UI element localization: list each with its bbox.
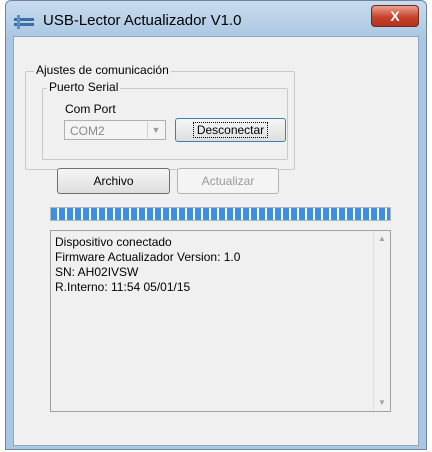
close-button[interactable]: X — [371, 5, 419, 27]
com-port-value: COM2 — [70, 124, 105, 138]
file-button[interactable]: Archivo — [57, 168, 170, 194]
disconnect-label: Desconectar — [192, 122, 269, 138]
log-scrollbar[interactable]: ▲ ▼ — [373, 231, 390, 411]
log-line: R.Interno: 11:54 05/01/15 — [55, 280, 191, 294]
disconnect-button[interactable]: Desconectar — [175, 118, 286, 142]
progress-fill — [51, 208, 390, 220]
log-line: Firmware Actualizador Version: 1.0 — [55, 250, 241, 264]
scroll-down-icon[interactable]: ▼ — [374, 395, 390, 411]
log-line: SN: AH02IVSW — [55, 265, 139, 279]
app-icon — [14, 15, 34, 29]
com-port-select[interactable]: COM2 ▼ — [64, 120, 166, 140]
com-port-label: Com Port — [65, 102, 116, 116]
title-bar[interactable]: USB-Lector Actualizador V1.0 X — [5, 0, 427, 36]
comm-settings-label: Ajustes de comunicación — [34, 63, 171, 77]
log-textbox[interactable]: Dispositivo conectado Firmware Actualiza… — [50, 230, 391, 412]
serial-port-label: Puerto Serial — [47, 80, 121, 94]
chevron-down-icon[interactable]: ▼ — [147, 122, 164, 138]
update-button: Actualizar — [177, 168, 279, 194]
progress-bar — [50, 207, 391, 221]
log-lines: Dispositivo conectado Firmware Actualiza… — [55, 235, 240, 295]
scroll-up-icon[interactable]: ▲ — [374, 231, 390, 247]
log-line: Dispositivo conectado — [55, 235, 172, 249]
window-title: USB-Lector Actualizador V1.0 — [43, 12, 242, 29]
